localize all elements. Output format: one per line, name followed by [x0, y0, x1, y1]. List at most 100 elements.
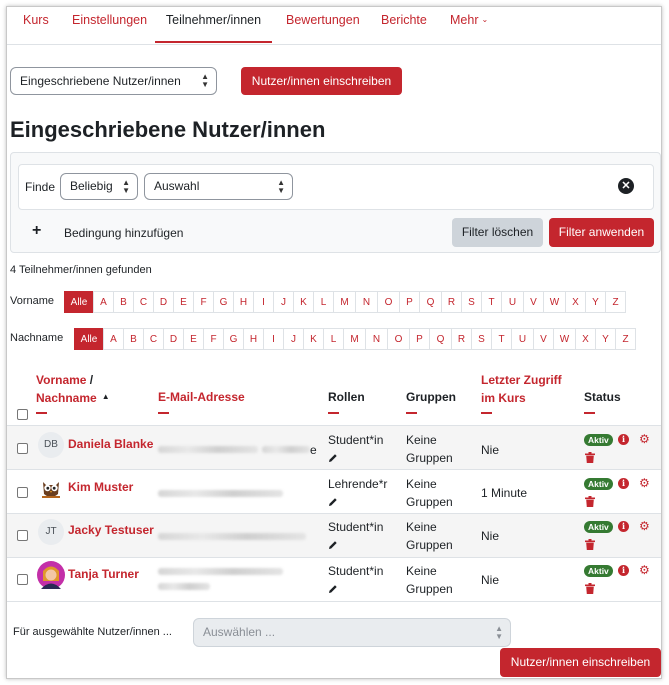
- initial-k-button[interactable]: K: [303, 328, 324, 350]
- info-icon[interactable]: i: [618, 521, 629, 532]
- enrol-users-bottom-button[interactable]: Nutzer/innen einschreiben: [500, 648, 661, 677]
- initial-r-button[interactable]: R: [441, 291, 462, 313]
- user-name-link[interactable]: Jacky Testuser: [68, 523, 154, 537]
- pencil-icon[interactable]: [328, 497, 338, 507]
- remove-filter-close-icon[interactable]: ✕: [618, 178, 634, 194]
- row-checkbox[interactable]: [17, 574, 28, 585]
- gear-icon[interactable]: ⚙: [639, 564, 650, 576]
- tab-teilnehmer[interactable]: Teilnehmer/innen: [155, 6, 272, 43]
- initial-p-button[interactable]: P: [409, 328, 430, 350]
- initial-y-button[interactable]: Y: [585, 291, 606, 313]
- initial-q-button[interactable]: Q: [429, 328, 452, 350]
- initial-z-button[interactable]: Z: [615, 328, 636, 350]
- initial-o-button[interactable]: O: [377, 291, 400, 313]
- user-name-link[interactable]: Kim Muster: [68, 480, 133, 494]
- initial-v-button[interactable]: V: [523, 291, 544, 313]
- row-checkbox[interactable]: [17, 443, 28, 454]
- filter-type-select[interactable]: Auswahl ▲ ▼: [144, 173, 293, 200]
- plus-icon[interactable]: +: [32, 223, 41, 239]
- initial-a-button[interactable]: A: [93, 291, 114, 313]
- tab-mehr[interactable]: Mehr ⌄: [450, 6, 488, 43]
- filter-match-select[interactable]: Beliebig ▲ ▼: [60, 173, 138, 200]
- collapse-email-icon[interactable]: [158, 412, 169, 414]
- initial-g-button[interactable]: G: [223, 328, 244, 350]
- initial-v-button[interactable]: V: [533, 328, 554, 350]
- initial-u-button[interactable]: U: [511, 328, 534, 350]
- info-icon[interactable]: i: [618, 434, 629, 445]
- initial-b-button[interactable]: B: [113, 291, 134, 313]
- clear-filters-button[interactable]: Filter löschen: [452, 218, 543, 247]
- initial-i-button[interactable]: I: [253, 291, 274, 313]
- initial-q-button[interactable]: Q: [419, 291, 442, 313]
- initial-n-button[interactable]: N: [355, 291, 378, 313]
- pencil-icon[interactable]: [328, 453, 338, 463]
- initial-f-button[interactable]: F: [203, 328, 224, 350]
- initial-m-button[interactable]: M: [333, 291, 356, 313]
- row-checkbox[interactable]: [17, 487, 28, 498]
- initial-c-button[interactable]: C: [133, 291, 154, 313]
- page-select[interactable]: Eingeschriebene Nutzer/innen ▲ ▼: [10, 67, 217, 95]
- initial-x-button[interactable]: X: [565, 291, 586, 313]
- info-icon[interactable]: i: [618, 565, 629, 576]
- initial-g-button[interactable]: G: [213, 291, 234, 313]
- initial-i-button[interactable]: I: [263, 328, 284, 350]
- initial-all-button[interactable]: Alle: [64, 291, 94, 313]
- initial-x-button[interactable]: X: [575, 328, 596, 350]
- trash-icon[interactable]: [585, 539, 595, 550]
- initial-t-button[interactable]: T: [491, 328, 512, 350]
- initial-j-button[interactable]: J: [273, 291, 294, 313]
- initial-h-button[interactable]: H: [233, 291, 254, 313]
- sort-lastaccess-link[interactable]: Letzter Zugriff im Kurs: [481, 371, 562, 407]
- sort-firstname-link[interactable]: Vorname: [36, 373, 86, 387]
- initial-l-button[interactable]: L: [313, 291, 334, 313]
- initial-b-button[interactable]: B: [123, 328, 144, 350]
- initial-n-button[interactable]: N: [365, 328, 388, 350]
- sort-lastname-link[interactable]: Nachname: [36, 391, 97, 405]
- gear-icon[interactable]: ⚙: [639, 520, 650, 532]
- initial-c-button[interactable]: C: [143, 328, 164, 350]
- initial-y-button[interactable]: Y: [595, 328, 616, 350]
- info-icon[interactable]: i: [618, 478, 629, 489]
- initial-j-button[interactable]: J: [283, 328, 304, 350]
- initial-w-button[interactable]: W: [543, 291, 566, 313]
- user-name-link[interactable]: Tanja Turner: [68, 567, 139, 581]
- initial-r-button[interactable]: R: [451, 328, 472, 350]
- apply-filters-button[interactable]: Filter anwenden: [549, 218, 654, 247]
- trash-icon[interactable]: [585, 452, 595, 463]
- initial-e-button[interactable]: E: [183, 328, 204, 350]
- initial-d-button[interactable]: D: [153, 291, 174, 313]
- add-condition-link[interactable]: Bedingung hinzufügen: [64, 226, 183, 240]
- initial-o-button[interactable]: O: [387, 328, 410, 350]
- initial-d-button[interactable]: D: [163, 328, 184, 350]
- collapse-name-icon[interactable]: [36, 412, 47, 414]
- collapse-roles-icon[interactable]: [328, 412, 339, 414]
- collapse-lastaccess-icon[interactable]: [481, 412, 492, 414]
- sort-email-link[interactable]: E-Mail-Adresse: [158, 388, 245, 406]
- tab-einstellungen[interactable]: Einstellungen: [72, 6, 147, 43]
- select-all-checkbox[interactable]: [17, 409, 28, 420]
- trash-icon[interactable]: [585, 496, 595, 507]
- initial-p-button[interactable]: P: [399, 291, 420, 313]
- initial-l-button[interactable]: L: [323, 328, 344, 350]
- initial-h-button[interactable]: H: [243, 328, 264, 350]
- tab-berichte[interactable]: Berichte: [381, 6, 427, 43]
- initial-w-button[interactable]: W: [553, 328, 576, 350]
- initial-k-button[interactable]: K: [293, 291, 314, 313]
- trash-icon[interactable]: [585, 583, 595, 594]
- tab-bewertungen[interactable]: Bewertungen: [286, 6, 360, 43]
- collapse-status-icon[interactable]: [584, 412, 595, 414]
- user-name-link[interactable]: Daniela Blanke: [68, 437, 153, 451]
- row-checkbox[interactable]: [17, 530, 28, 541]
- gear-icon[interactable]: ⚙: [639, 433, 650, 445]
- pencil-icon[interactable]: [328, 540, 338, 550]
- initial-m-button[interactable]: M: [343, 328, 366, 350]
- initial-e-button[interactable]: E: [173, 291, 194, 313]
- tab-kurs[interactable]: Kurs: [23, 6, 49, 43]
- enrol-users-button[interactable]: Nutzer/innen einschreiben: [241, 67, 402, 95]
- initial-z-button[interactable]: Z: [605, 291, 626, 313]
- initial-a-button[interactable]: A: [103, 328, 124, 350]
- initial-s-button[interactable]: S: [471, 328, 492, 350]
- initial-s-button[interactable]: S: [461, 291, 482, 313]
- initial-u-button[interactable]: U: [501, 291, 524, 313]
- bulk-action-select[interactable]: Auswählen ... ▲ ▼: [193, 618, 511, 647]
